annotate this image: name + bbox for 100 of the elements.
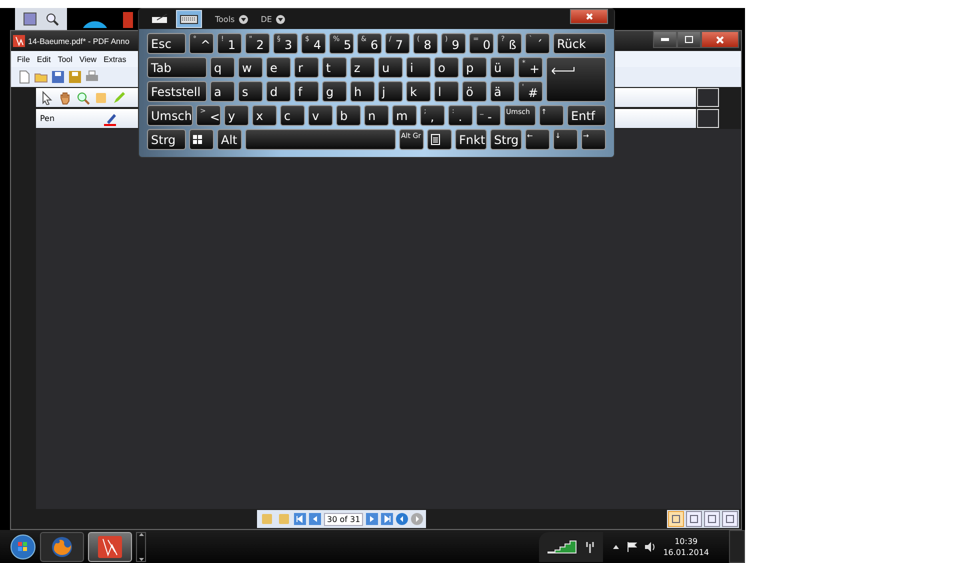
taskbar-app-button[interactable] bbox=[40, 532, 84, 562]
signal-bars-icon bbox=[547, 540, 578, 554]
maximize-button[interactable] bbox=[677, 31, 701, 48]
view-mode-button[interactable] bbox=[686, 511, 702, 527]
next-page-icon[interactable] bbox=[366, 513, 378, 525]
keyboard-key[interactable]: Alt bbox=[217, 129, 242, 150]
taskbar-app-button[interactable] bbox=[88, 532, 132, 562]
keyboard-key[interactable]: l bbox=[434, 81, 459, 102]
keyboard-key[interactable]: e bbox=[266, 57, 291, 78]
dark-swatch[interactable] bbox=[697, 88, 719, 107]
keyboard-key[interactable]: k bbox=[406, 81, 431, 102]
maximize-icon bbox=[685, 36, 693, 43]
annotator-icon bbox=[13, 35, 25, 47]
menu-item[interactable]: Tool bbox=[58, 54, 72, 64]
pen-color-icon[interactable] bbox=[102, 112, 117, 126]
keyboard-key[interactable]: b bbox=[336, 105, 361, 126]
space-key[interactable] bbox=[245, 129, 396, 150]
taskbar-scroller[interactable] bbox=[136, 532, 146, 562]
keyboard-key[interactable]: h bbox=[350, 81, 375, 102]
keyboard-key[interactable]: Rück bbox=[553, 33, 606, 54]
back-icon[interactable] bbox=[396, 513, 408, 525]
new-document-icon[interactable] bbox=[17, 70, 31, 84]
save-icon[interactable] bbox=[51, 70, 65, 84]
windows-key[interactable] bbox=[189, 129, 214, 150]
page-field[interactable]: 30 of 31 bbox=[324, 512, 364, 526]
page-layout-icon bbox=[672, 515, 680, 523]
menu-item[interactable]: Extras bbox=[104, 54, 126, 64]
keyboard-key[interactable]: Entf bbox=[567, 105, 606, 126]
pointer-icon[interactable] bbox=[40, 90, 54, 104]
first-page-icon[interactable] bbox=[294, 513, 306, 525]
keyboard-key[interactable]: Umsch bbox=[147, 105, 193, 126]
keyboard-key[interactable]: d bbox=[266, 81, 291, 102]
dropdown-menu[interactable]: Tools bbox=[215, 14, 248, 24]
enter-key[interactable] bbox=[546, 57, 606, 102]
menu-item[interactable]: File bbox=[17, 54, 30, 64]
menu-key[interactable] bbox=[427, 129, 452, 150]
flag-icon[interactable] bbox=[627, 542, 638, 552]
keyboard-key[interactable]: q bbox=[210, 57, 235, 78]
menu-item[interactable]: Edit bbox=[36, 54, 51, 64]
keyboard-key[interactable]: y bbox=[224, 105, 249, 126]
dark-swatch[interactable] bbox=[697, 109, 719, 128]
keyboard-key[interactable]: i bbox=[406, 57, 431, 78]
zoom-icon[interactable] bbox=[45, 12, 59, 26]
keyboard-key[interactable]: u bbox=[378, 57, 403, 78]
network-indicator[interactable] bbox=[539, 532, 604, 562]
view-mode-button[interactable] bbox=[704, 511, 720, 527]
keyboard-key[interactable]: ö bbox=[462, 81, 487, 102]
annotator-icon bbox=[98, 536, 122, 558]
hand-icon[interactable] bbox=[58, 90, 72, 104]
keyboard-key[interactable]: p bbox=[462, 57, 487, 78]
keyboard-key[interactable]: Tab bbox=[147, 57, 207, 78]
keyboard-key[interactable]: a bbox=[210, 81, 235, 102]
keyboard-key[interactable]: o bbox=[434, 57, 459, 78]
dropdown-menu[interactable]: DE bbox=[260, 14, 285, 24]
keyboard-key[interactable]: Strg bbox=[147, 129, 186, 150]
keyboard-key[interactable]: s bbox=[238, 81, 263, 102]
keyboard-key[interactable]: Fnkt bbox=[455, 129, 487, 150]
page-layout-icon bbox=[726, 515, 734, 523]
keyboard-key[interactable]: Esc bbox=[147, 33, 186, 54]
keyboard-key[interactable]: Feststell bbox=[147, 81, 207, 102]
previous-page-icon[interactable] bbox=[309, 513, 321, 525]
close-icon bbox=[586, 13, 592, 20]
keyboard-key[interactable]: Strg bbox=[490, 129, 522, 150]
close-button[interactable] bbox=[701, 31, 739, 48]
keyboard-key[interactable]: t bbox=[322, 57, 347, 78]
keyboard-key[interactable]: m bbox=[392, 105, 417, 126]
down-caret-icon bbox=[138, 558, 144, 560]
keyboard-key[interactable]: w bbox=[238, 57, 263, 78]
keyboard-key[interactable]: ü bbox=[490, 57, 515, 78]
pen-tablet-icon bbox=[151, 14, 169, 24]
save-all-icon[interactable] bbox=[68, 70, 82, 84]
clock[interactable]: 10:39 16.01.2014 bbox=[663, 536, 709, 558]
caret-icon bbox=[238, 14, 248, 24]
show-hidden-icon[interactable] bbox=[613, 544, 620, 548]
view-mode-button[interactable] bbox=[668, 511, 684, 527]
keyboard-key[interactable]: r bbox=[294, 57, 319, 78]
printer-icon[interactable] bbox=[85, 70, 99, 84]
close-button[interactable] bbox=[570, 9, 608, 24]
menu-icon bbox=[431, 134, 440, 145]
keyboard-key[interactable]: f bbox=[294, 81, 319, 102]
speaker-icon[interactable] bbox=[645, 542, 656, 552]
square-icon[interactable] bbox=[23, 12, 37, 26]
keyboard-key[interactable]: n bbox=[364, 105, 389, 126]
keyboard-key[interactable]: v bbox=[308, 105, 333, 126]
mode-button[interactable] bbox=[176, 10, 202, 28]
antenna-icon bbox=[585, 540, 596, 552]
minimize-button[interactable] bbox=[653, 31, 677, 48]
keyboard-key[interactable]: c bbox=[280, 105, 305, 126]
start-button-icon[interactable] bbox=[10, 534, 36, 560]
last-page-icon[interactable] bbox=[381, 513, 394, 525]
keyboard-key[interactable]: g bbox=[322, 81, 347, 102]
tool-label: Pen bbox=[40, 114, 55, 123]
keyboard-key[interactable]: x bbox=[252, 105, 277, 126]
keyboard-key[interactable]: ä bbox=[490, 81, 515, 102]
globe-fox-icon bbox=[51, 536, 73, 558]
keyboard-key[interactable]: j bbox=[378, 81, 403, 102]
page-layout-icon bbox=[708, 515, 716, 523]
menu-item[interactable]: View bbox=[79, 54, 97, 64]
keyboard-key[interactable]: z bbox=[350, 57, 375, 78]
view-mode-button[interactable] bbox=[722, 511, 738, 527]
